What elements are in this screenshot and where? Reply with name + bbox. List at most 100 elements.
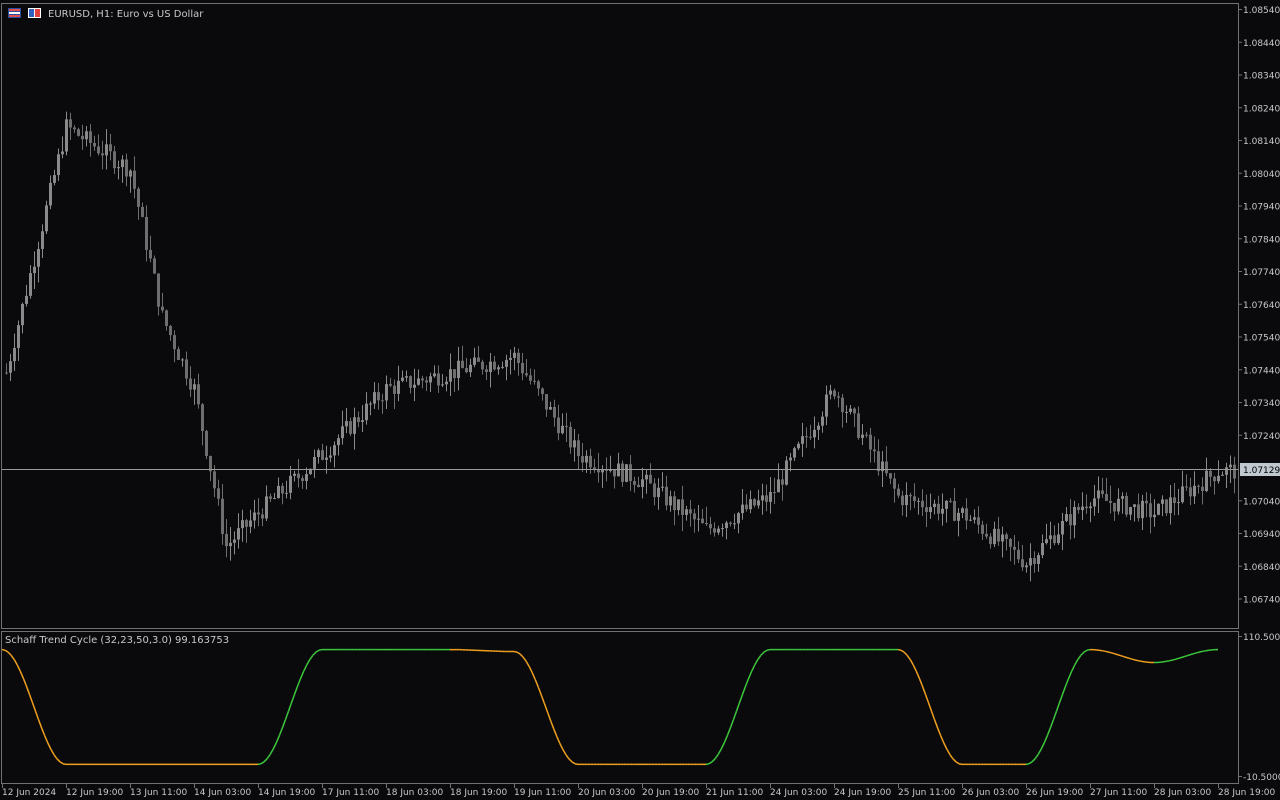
candle-body (793, 448, 796, 458)
candle-body (441, 384, 444, 386)
stc-segment (1202, 649, 1206, 653)
candle-body (829, 390, 832, 395)
price-label: 1.07940 (1243, 203, 1280, 213)
candle-body (813, 429, 816, 438)
stc-segment (1, 648, 6, 651)
stc-segment (1129, 657, 1133, 661)
candle-body (1105, 494, 1108, 501)
candle-body (997, 528, 1000, 542)
candle-body (153, 258, 156, 274)
candle-body (1229, 464, 1232, 468)
indicator-scale[interactable]: 110.5000 -10.5000 (1238, 633, 1280, 783)
candle-body (645, 474, 648, 480)
candle-body (861, 434, 864, 438)
candle-body (1001, 534, 1004, 542)
candle-body (89, 131, 92, 143)
candle-body (65, 119, 68, 152)
stc-segment (62, 762, 67, 766)
candle-body (1077, 506, 1080, 511)
candle-body (1201, 486, 1204, 492)
stc-segment (1199, 650, 1203, 653)
candle-body (21, 303, 24, 326)
stc-segment (1108, 651, 1112, 654)
candle-body (169, 325, 172, 336)
candle-body (841, 397, 844, 413)
candle-body (613, 469, 616, 477)
candle-body (101, 153, 104, 156)
symbol-menu-icon[interactable] (8, 8, 21, 18)
time-axis[interactable]: 12 Jun 2024 12 Jun 19:00 13 Jun 11:00 14 Ju… (2, 784, 1275, 798)
candle-body (421, 378, 424, 381)
candle-body (1153, 514, 1156, 518)
candle-body (349, 421, 352, 434)
price-scale[interactable]: 1.08540 1.08440 1.08340 1.08240 1.08140 1.080… (1238, 3, 1280, 629)
candle-body (737, 513, 740, 524)
candle-body (333, 445, 336, 456)
candle-body (1225, 467, 1228, 475)
candle-body (901, 495, 904, 506)
main-chart-pane[interactable] (1, 3, 1239, 629)
candle-body (1165, 499, 1168, 514)
candle-body (889, 473, 892, 479)
candle-body (193, 384, 196, 390)
stc-segment (1172, 658, 1176, 661)
candle-body (1217, 475, 1220, 482)
candle-body (845, 411, 848, 413)
candle-body (929, 507, 932, 513)
price-label: 1.07240 (1243, 432, 1280, 442)
candle-body (385, 384, 388, 401)
candle-body (425, 380, 428, 383)
candle-body (857, 413, 860, 438)
candle-body (305, 474, 308, 481)
candle-body (381, 400, 384, 402)
candle-body (1009, 538, 1012, 547)
candle-body (1133, 504, 1136, 508)
candle-body (1089, 506, 1092, 509)
candle-body (1061, 520, 1064, 535)
candle-body (217, 488, 220, 499)
candle-body (77, 129, 80, 136)
candle-body (1121, 496, 1124, 499)
candle-body (81, 135, 84, 140)
candle-body (873, 449, 876, 452)
time-label: 12 Jun 2024 (2, 788, 56, 798)
candle-body (1149, 503, 1152, 518)
stc-segment (897, 648, 902, 651)
candle-body (121, 159, 124, 168)
candle-body (637, 484, 640, 487)
candle-body (709, 524, 712, 529)
candle-body (313, 457, 316, 469)
candle-body (1181, 486, 1184, 503)
price-label: 1.08440 (1243, 39, 1280, 49)
trading-chart[interactable]: EURUSD, H1: Euro vs US Dollar 1.085401.0… (0, 0, 1280, 800)
candle-body (389, 384, 392, 386)
candle-body (1037, 555, 1040, 564)
candle-body (789, 457, 792, 461)
one-click-trading-icon[interactable] (28, 8, 41, 18)
stc-segment (257, 762, 262, 766)
candle-body (761, 495, 764, 501)
candle-body (765, 495, 768, 502)
stc-segment (1117, 653, 1121, 657)
candle-body (1197, 485, 1200, 487)
candle-body (449, 369, 452, 382)
candle-body (1233, 464, 1236, 479)
candle-body (165, 310, 168, 326)
stc-segment (1105, 650, 1109, 653)
candle-body (261, 514, 264, 519)
candle-body (521, 362, 524, 374)
stc-segment (1178, 656, 1182, 660)
candle-body (573, 440, 576, 448)
indicator-pane[interactable] (1, 631, 1239, 784)
symbol-title: EURUSD, H1: Euro vs US Dollar (48, 9, 204, 20)
price-label: 1.08140 (1243, 137, 1280, 147)
indicator-scale-min: -10.5000 (1243, 773, 1280, 783)
candle-body (977, 517, 980, 525)
stc-segment (1193, 652, 1197, 655)
candle-body (941, 508, 944, 514)
candle-body (1017, 549, 1020, 560)
candle-body (809, 436, 812, 438)
candle-body (1041, 543, 1044, 556)
candle-body (653, 483, 656, 498)
candle-body (69, 119, 72, 128)
